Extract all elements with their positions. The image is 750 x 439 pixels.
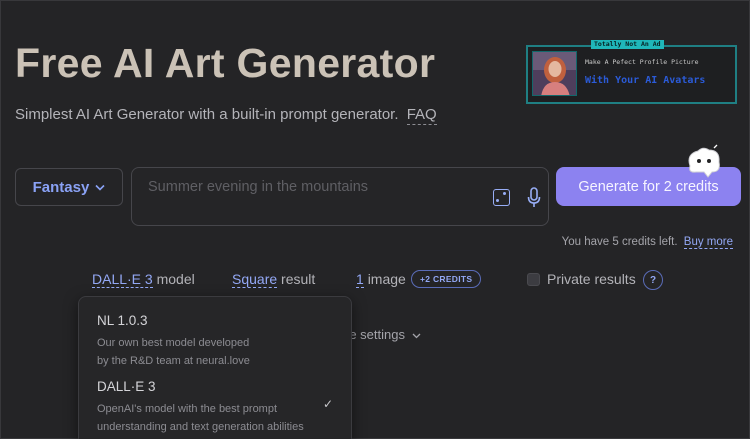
model-option-desc-line2: by the R&D team at neural.love [97,354,250,367]
credits-badge: +2 CREDITS [411,270,482,288]
prompt-placeholder: Summer evening in the mountains [148,179,369,195]
model-option-nl[interactable]: NL 1.0.3 Our own best model developed by… [79,312,351,370]
more-settings-label: re settings [345,327,405,342]
dice-icon[interactable] [493,189,510,206]
model-dropdown: NL 1.0.3 Our own best model developed by… [78,296,352,439]
count-value[interactable]: 1 [356,271,364,288]
ad-avatar-image [532,51,577,96]
style-select-label: Fantasy [32,178,90,196]
chevron-down-icon [412,333,421,339]
model-value[interactable]: DALL·E 3 [92,271,153,288]
credits-text: You have 5 credits left. [561,236,678,248]
model-option-name: NL 1.0.3 [97,313,148,328]
prompt-input[interactable]: Summer evening in the mountains [131,167,549,226]
ad-cta[interactable]: With Your AI Avatars [585,75,705,86]
aspect-suffix: result [281,271,316,287]
private-label[interactable]: Private results [547,271,636,287]
model-option-desc: OpenAI's model with the best prompt unde… [97,401,351,436]
ad-headline: Make A Pefect Profile Picture [585,58,699,66]
checkmark-icon: ✓ [323,397,334,411]
page-title: Free AI Art Generator [15,40,436,86]
microphone-icon[interactable] [527,187,541,209]
model-option-dalle3[interactable]: DALL·E 3 OpenAI's model with the best pr… [79,378,351,436]
style-select[interactable]: Fantasy [15,168,123,206]
faq-link[interactable]: FAQ [406,106,437,125]
model-option-desc: Our own best model developed by the R&D … [97,335,351,370]
mascot-icon [688,144,720,178]
subtitle-text: Simplest AI Art Generator with a built-i… [15,106,399,123]
ad-tag: Totally Not An Ad [591,40,664,49]
chevron-down-icon [95,184,105,191]
model-suffix: model [156,271,195,287]
model-option-name: DALL·E 3 [97,379,156,394]
aspect-option[interactable]: Square result [232,271,316,288]
count-option[interactable]: 1 image [356,271,406,288]
aspect-value[interactable]: Square [232,271,278,288]
model-option-desc-line1: Our own best model developed [97,337,250,349]
model-option[interactable]: DALL·E 3 model [92,271,195,288]
credits-status: You have 5 credits left. Buy more [561,236,733,249]
page-subtitle: Simplest AI Art Generator with a built-i… [15,106,437,125]
more-settings-toggle[interactable]: re settings [345,327,421,342]
buy-more-link[interactable]: Buy more [683,236,733,249]
count-suffix: image [367,271,406,287]
help-button[interactable]: ? [643,270,663,290]
model-option-desc-line2: understanding and text generation abilit… [97,420,304,433]
model-option-desc-line1: OpenAI's model with the best prompt [97,403,278,415]
private-checkbox[interactable] [527,273,540,286]
